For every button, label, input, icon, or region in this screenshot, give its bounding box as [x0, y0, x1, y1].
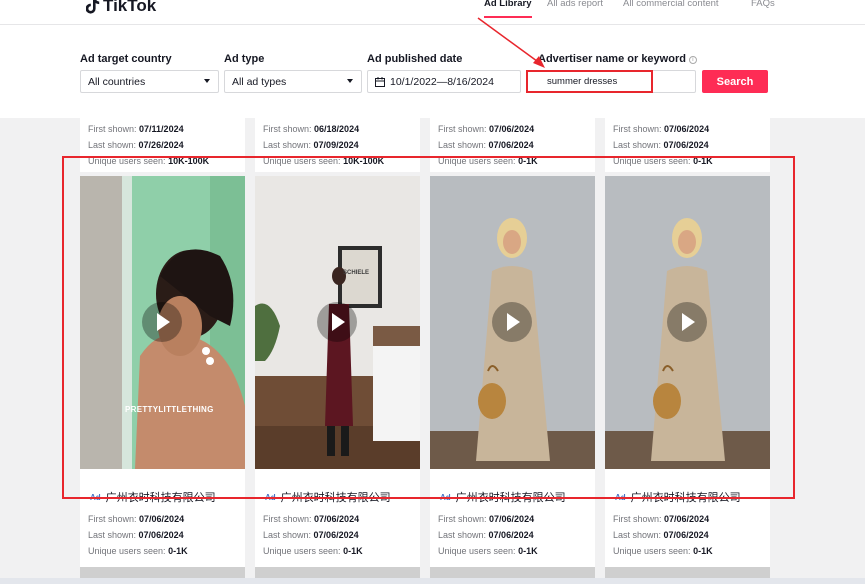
taskbar [0, 578, 865, 584]
annotation-arrow-icon [477, 17, 545, 68]
